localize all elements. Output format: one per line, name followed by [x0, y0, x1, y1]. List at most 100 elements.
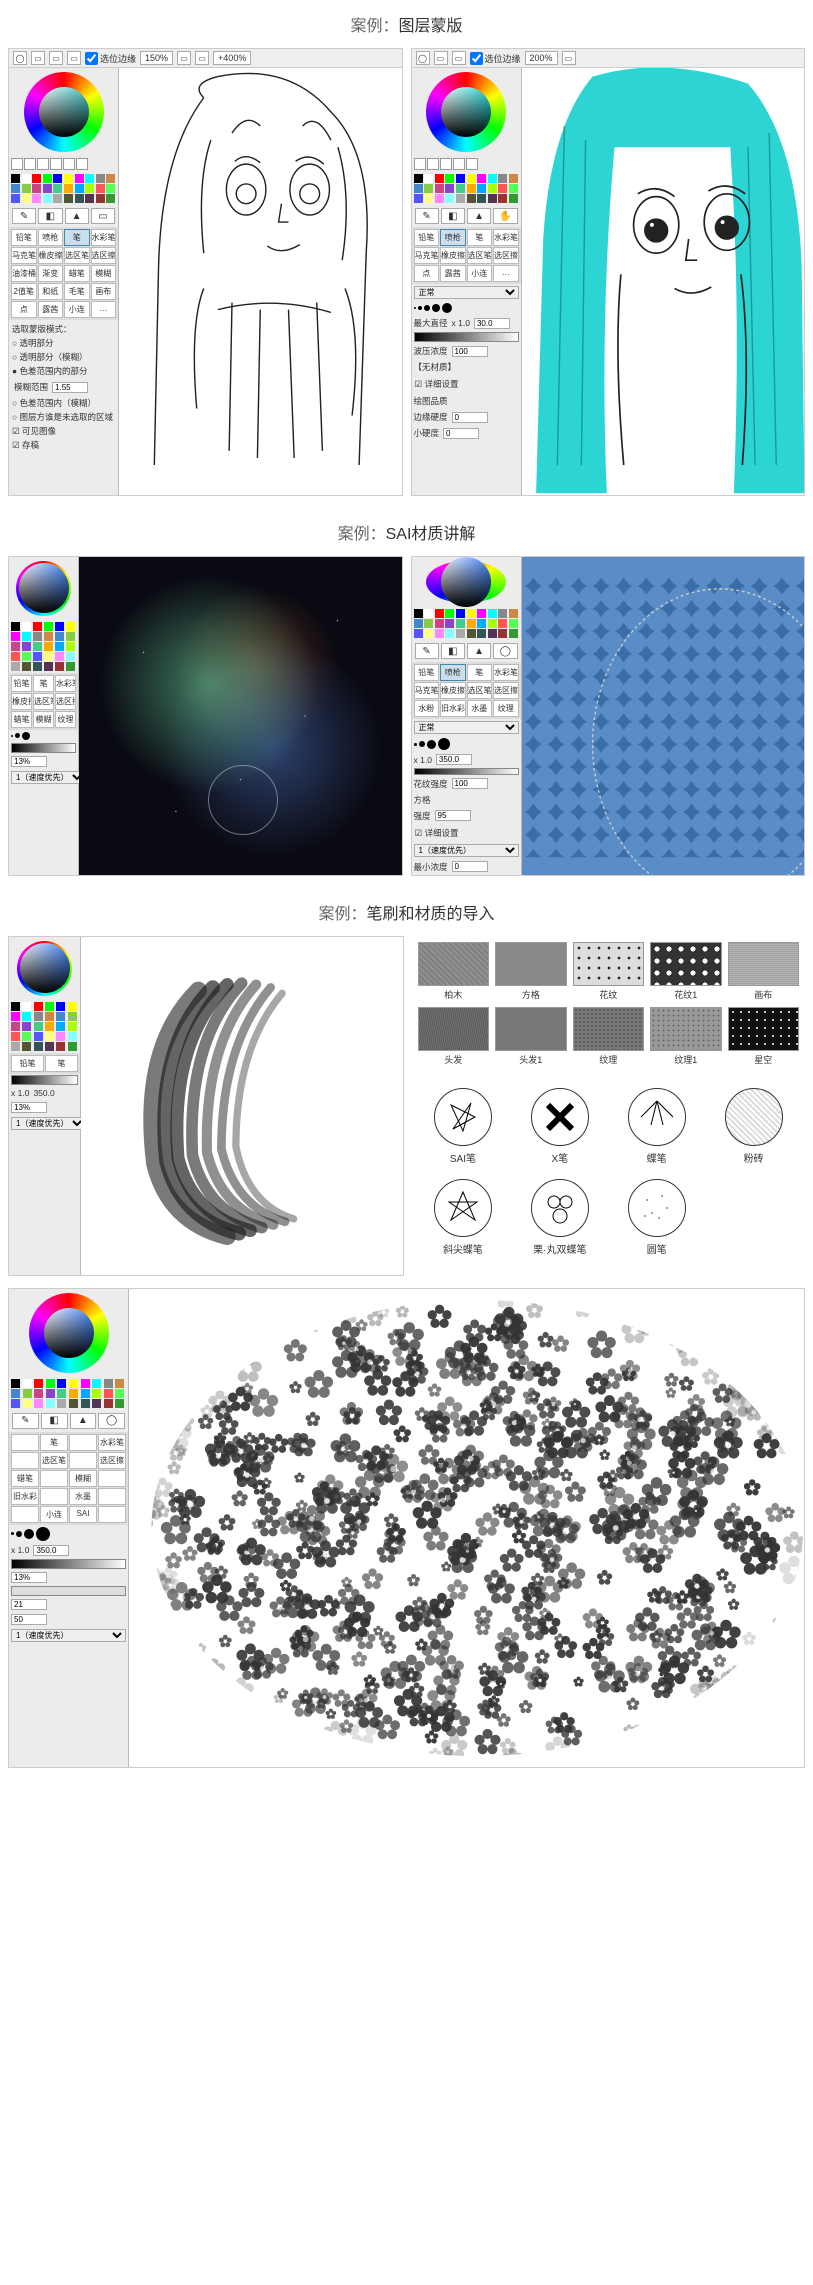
canvas-colored[interactable] — [522, 68, 805, 495]
color-wheel[interactable] — [24, 72, 104, 152]
slider[interactable] — [11, 1075, 78, 1085]
texture-item[interactable]: 纹理1 — [650, 1007, 722, 1066]
eraser-icon[interactable]: ◧ — [38, 208, 62, 224]
toolbar-btn[interactable]: ▭ — [562, 51, 576, 65]
size-preview[interactable] — [9, 1525, 128, 1543]
mask-opt[interactable]: ○ 透明部分 — [12, 337, 115, 349]
brush-tip[interactable]: 粉砖 — [712, 1088, 795, 1165]
texture-item[interactable]: 星空 — [728, 1007, 800, 1066]
size-preview[interactable] — [9, 730, 78, 742]
canvas-flowers[interactable] — [129, 1289, 804, 1767]
size-input[interactable] — [33, 1545, 69, 1556]
stabilizer-check[interactable]: 选位边缘 — [470, 52, 521, 65]
zoom-display[interactable]: 150% — [140, 51, 173, 65]
texden-input[interactable] — [435, 810, 471, 821]
brush-grid[interactable]: 铅笔喷枪笔水彩笔 马克笔橡皮擦选区笔选区擦 水粉旧水彩水墨纹理 — [412, 662, 521, 719]
toolbar-btn[interactable]: ▭ — [31, 51, 45, 65]
canvas-lineart[interactable] — [119, 68, 402, 495]
bucket-icon[interactable]: ▲ — [65, 208, 89, 224]
bucket-icon[interactable]: ▲ — [467, 208, 491, 224]
blend-mode-select[interactable]: 正常 — [414, 721, 519, 734]
texture-item[interactable]: 花纹1 — [650, 942, 722, 1001]
mask-opt[interactable]: ● 色差范围内的部分 — [12, 365, 115, 377]
color-mode-tabs[interactable] — [412, 156, 521, 172]
slider[interactable] — [414, 768, 519, 774]
swatch-grid[interactable] — [9, 172, 118, 205]
canvas-brushstroke[interactable] — [81, 937, 403, 1275]
quality-select[interactable]: 1（速度优先） — [11, 1117, 86, 1130]
threshold-input[interactable] — [52, 382, 88, 393]
swatch-grid[interactable] — [9, 620, 78, 673]
size-slider[interactable] — [414, 332, 519, 342]
hardness-input[interactable] — [452, 412, 488, 423]
percent-input[interactable] — [11, 1572, 47, 1583]
toolbar-btn[interactable]: ◯ — [13, 51, 27, 65]
toolbar-btn[interactable]: ▭ — [49, 51, 63, 65]
slider[interactable] — [11, 1559, 126, 1569]
texture-item[interactable]: 头发 — [418, 1007, 490, 1066]
size-preview[interactable] — [412, 301, 521, 315]
quality-select[interactable]: 1（速度优先） — [414, 844, 519, 857]
color-mode-tabs[interactable] — [9, 156, 118, 172]
quality-select[interactable]: 1（速度优先） — [11, 771, 86, 784]
percent-input[interactable] — [11, 1599, 47, 1610]
tool-icons[interactable]: ✎◧▲◯ — [9, 1410, 128, 1432]
pencil-icon[interactable]: ✎ — [12, 208, 36, 224]
texture-item[interactable]: 画布 — [728, 942, 800, 1001]
brush-tip[interactable]: 栗·丸双蝶笔 — [518, 1179, 601, 1256]
brush-grid[interactable]: 铅笔喷枪笔水彩笔 马克笔橡皮擦选区笔选区擦 油漆桶渐变蜡笔模糊 2值笔和纸毛笔画… — [9, 227, 118, 320]
toolbar-btn[interactable]: ▭ — [434, 51, 448, 65]
detail-check[interactable]: ☑ 详细设置 — [415, 378, 518, 390]
texture-item[interactable]: 花纹 — [573, 942, 645, 1001]
color-wheel[interactable] — [426, 72, 506, 152]
brush-grid[interactable]: 铅笔喷枪笔水彩笔 马克笔橡皮擦选区笔选区擦 点露茜小连… — [412, 227, 521, 284]
detail-check[interactable]: ☑ 详细设置 — [415, 827, 518, 839]
toolbar-btn[interactable]: ▭ — [452, 51, 466, 65]
color-wheel[interactable] — [16, 561, 71, 616]
color-wheel[interactable] — [426, 561, 506, 604]
toolbar-btn[interactable]: ▭ — [177, 51, 191, 65]
zoom-display[interactable]: 200% — [525, 51, 558, 65]
canvas-galaxy[interactable] — [79, 557, 402, 875]
size-input[interactable] — [474, 318, 510, 329]
size-preview[interactable] — [412, 736, 521, 752]
brush-grid[interactable]: 铅笔笔水彩笔 橡皮擦选区笔选区擦 蜡笔模糊纹理 — [9, 673, 78, 730]
draft-check[interactable]: ☑ 存稿 — [12, 439, 115, 451]
slider[interactable] — [11, 1586, 126, 1596]
texture-item[interactable]: 纹理 — [573, 1007, 645, 1066]
density-input[interactable] — [452, 346, 488, 357]
pencil-icon[interactable]: ✎ — [415, 208, 439, 224]
swatch-grid[interactable] — [9, 1377, 128, 1410]
texstr-input[interactable] — [452, 778, 488, 789]
swatch-grid[interactable] — [9, 1000, 80, 1053]
toolbar-btn[interactable]: ◯ — [416, 51, 430, 65]
brush-tip[interactable]: 斜尖蝶笔 — [422, 1179, 505, 1256]
brush-grid[interactable]: 笔水彩笔 选区笔选区擦 蜡笔模糊 旧水彩水墨 小连SAI — [9, 1432, 128, 1525]
eraser-icon[interactable]: ◧ — [441, 208, 465, 224]
brush-tip[interactable]: 蝶笔 — [615, 1088, 698, 1165]
percent-input[interactable] — [11, 756, 47, 767]
percent-input[interactable] — [11, 1614, 47, 1625]
slider[interactable] — [11, 743, 76, 753]
brush-tip[interactable]: X笔 — [518, 1088, 601, 1165]
quality-select[interactable]: 1（速度优先） — [11, 1629, 126, 1642]
toolbar-btn[interactable]: ▭ — [67, 51, 81, 65]
stabilizer-check[interactable]: 选位边缘 — [85, 52, 136, 65]
zoom-plus[interactable]: +400% — [213, 51, 251, 65]
visible-check[interactable]: ☑ 可见图像 — [12, 425, 115, 437]
color-wheel[interactable] — [17, 941, 72, 996]
blend-mode-select[interactable]: 正常 — [414, 286, 519, 299]
mask-opt[interactable]: ○ 色差范围内（模糊） — [12, 397, 115, 409]
size-input[interactable] — [436, 754, 472, 765]
minhard-input[interactable] — [443, 428, 479, 439]
toolbar-btn[interactable]: ▭ — [195, 51, 209, 65]
swatch-grid[interactable] — [412, 172, 521, 205]
tool-icons[interactable]: ✎◧▲✋ — [412, 205, 521, 227]
hand-icon[interactable]: ✋ — [493, 208, 517, 224]
texture-item[interactable]: 方格 — [495, 942, 567, 1001]
brush-grid[interactable]: 铅笔笔 — [9, 1053, 80, 1074]
brush-tip[interactable]: 圆笔 — [615, 1179, 698, 1256]
texture-item[interactable]: 头发1 — [495, 1007, 567, 1066]
tool-icons[interactable]: ✎◧▲◯ — [412, 640, 521, 662]
mask-opt[interactable]: ○ 图层方谁是未选取的区域 — [12, 411, 115, 423]
